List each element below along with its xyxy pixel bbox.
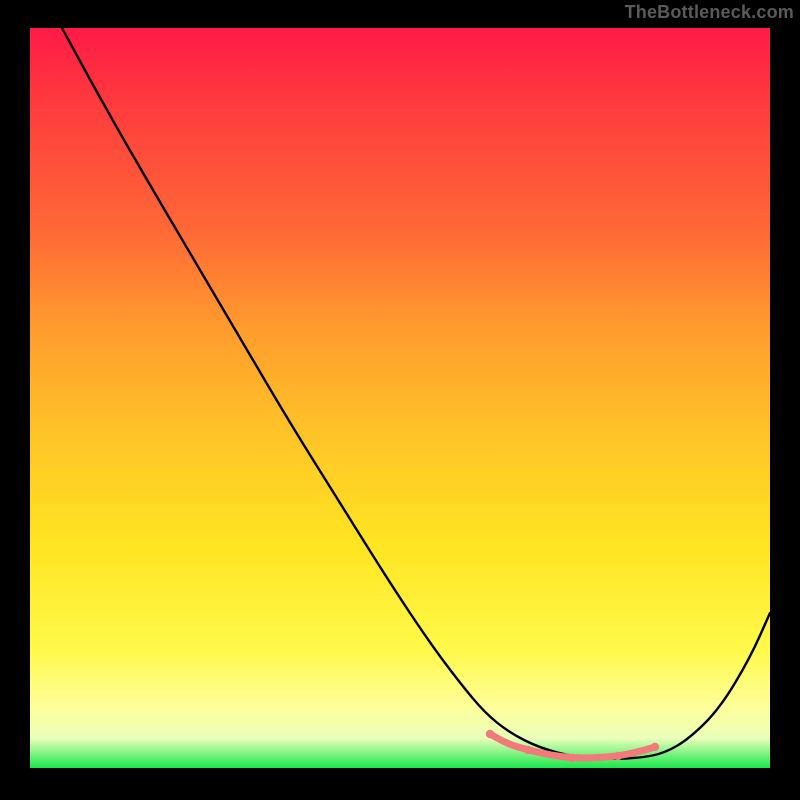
highlight-dot [524, 746, 532, 754]
chart-frame: TheBottleneck.com [0, 0, 800, 800]
highlight-dot [614, 752, 622, 760]
curve-svg [30, 28, 770, 768]
watermark-text: TheBottleneck.com [625, 2, 794, 23]
highlight-dot [486, 730, 494, 738]
highlight-dot [568, 754, 576, 762]
plot-area [30, 28, 770, 768]
highlight-dot [651, 743, 659, 751]
main-curve [62, 28, 770, 759]
